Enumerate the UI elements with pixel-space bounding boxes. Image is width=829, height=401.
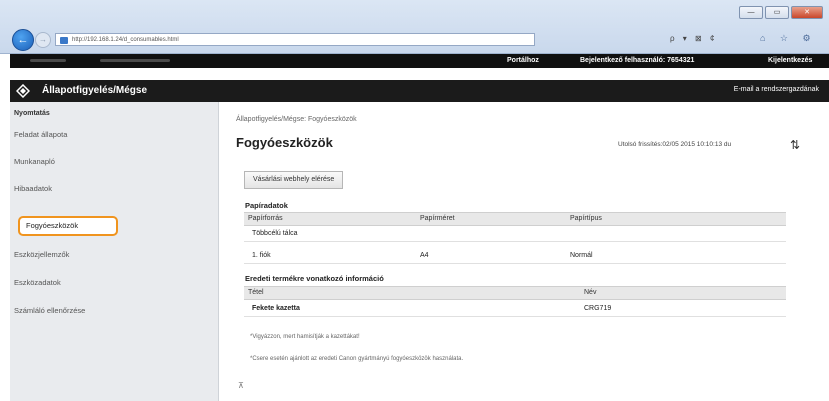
sidebar-item-device-features[interactable]: Eszközjellemzők bbox=[14, 250, 210, 259]
paper-size-cell: A4 bbox=[420, 252, 429, 259]
logout-link[interactable]: Kijelentkezés bbox=[768, 57, 812, 64]
item-cell: Fekete kazetta bbox=[252, 305, 300, 312]
sidebar-item-error-info[interactable]: Hibaadatok bbox=[14, 184, 210, 193]
sidebar-item-consumables[interactable]: Fogyóeszközök bbox=[18, 216, 118, 236]
sidebar-item-counter-check[interactable]: Számláló ellenőrzése bbox=[14, 306, 210, 315]
sidebar: Nyomtatás Feladat állapota Munkanapló Hi… bbox=[10, 102, 219, 401]
genuine-table-header: Tétel Név bbox=[244, 286, 786, 300]
status-monitor-icon bbox=[16, 84, 30, 98]
table-row: Fekete kazetta CRG719 bbox=[244, 301, 786, 317]
close-button[interactable]: ✕ bbox=[791, 6, 823, 19]
site-favicon-icon bbox=[60, 37, 68, 44]
page-title: Fogyóeszközök bbox=[236, 135, 333, 150]
login-user-text: Bejelentkező felhasználó: 7654321 bbox=[580, 57, 695, 64]
purchase-site-button[interactable]: Vásárlási webhely elérése bbox=[244, 171, 344, 189]
paper-size-header: Papírméret bbox=[420, 215, 455, 222]
paper-type-cell: Normál bbox=[570, 252, 593, 259]
paper-source-cell: 1. fiók bbox=[252, 252, 271, 259]
blurred-device-name bbox=[100, 59, 170, 62]
paper-table-header: Papírforrás Papírméret Papírtípus bbox=[244, 212, 786, 226]
maximize-button[interactable]: ▭ bbox=[765, 6, 789, 19]
address-tools[interactable]: ρ ▾ ⊠ ¢ bbox=[670, 34, 717, 43]
sidebar-item-job-log[interactable]: Munkanapló bbox=[14, 157, 210, 166]
top-bar: Portálhoz Bejelentkező felhasználó: 7654… bbox=[10, 54, 829, 68]
back-to-top-icon[interactable]: ⊼ bbox=[238, 381, 244, 390]
browser-chrome: — ▭ ✕ ← → http://192.168.1.24/d_consumab… bbox=[0, 0, 829, 54]
sidebar-header: Nyomtatás bbox=[14, 110, 50, 117]
paper-type-header: Papírtípus bbox=[570, 215, 602, 222]
name-header: Név bbox=[584, 289, 597, 296]
table-row: Többcélú tálca bbox=[244, 226, 786, 242]
genuine-info-heading: Eredeti termékre vonatkozó információ bbox=[245, 274, 384, 283]
forward-icon[interactable]: → bbox=[35, 32, 51, 48]
portal-link[interactable]: Portálhoz bbox=[507, 57, 539, 64]
paper-info-heading: Papíradatok bbox=[245, 201, 288, 210]
back-icon[interactable]: ← bbox=[12, 29, 34, 51]
paper-source-header: Papírforrás bbox=[248, 215, 283, 222]
table-row: 1. fiók A4 Normál bbox=[244, 248, 786, 264]
sidebar-item-device-info[interactable]: Eszközadatok bbox=[14, 278, 210, 287]
title-bar: Állapotfigyelés/Mégse E-mail a rendszerg… bbox=[10, 80, 829, 102]
blurred-model bbox=[30, 59, 66, 62]
home-favorites-settings-icons[interactable]: ⌂ ☆ ⚙ bbox=[760, 33, 817, 44]
main-content: Állapotfigyelés/Mégse: Fogyóeszközök Fog… bbox=[218, 102, 829, 401]
email-admin-link[interactable]: E-mail a rendszergazdának bbox=[734, 86, 819, 93]
window-controls: — ▭ ✕ bbox=[739, 6, 823, 19]
sidebar-item-job-status[interactable]: Feladat állapota bbox=[14, 130, 210, 139]
paper-source-cell: Többcélú tálca bbox=[252, 230, 298, 237]
refresh-icon[interactable]: ⇅ bbox=[790, 138, 800, 152]
last-update-text: Utolsó frissítés:02/05 2015 10:10:13 du bbox=[618, 141, 732, 148]
minimize-button[interactable]: — bbox=[739, 6, 763, 19]
genuine-recommendation-note: *Csere esetén ajánlott az eredeti Canon … bbox=[250, 356, 464, 362]
item-header: Tétel bbox=[248, 289, 264, 296]
page-section-title: Állapotfigyelés/Mégse bbox=[42, 85, 148, 96]
breadcrumb: Állapotfigyelés/Mégse: Fogyóeszközök bbox=[236, 116, 357, 123]
cartridge-name-cell: CRG719 bbox=[584, 305, 612, 312]
url-text: http://192.168.1.24/d_consumables.html bbox=[72, 37, 179, 43]
counterfeit-warning-note: *Vigyázzon, mert hamisítják a kazettákat… bbox=[250, 334, 360, 340]
address-bar[interactable]: http://192.168.1.24/d_consumables.html bbox=[55, 33, 535, 46]
